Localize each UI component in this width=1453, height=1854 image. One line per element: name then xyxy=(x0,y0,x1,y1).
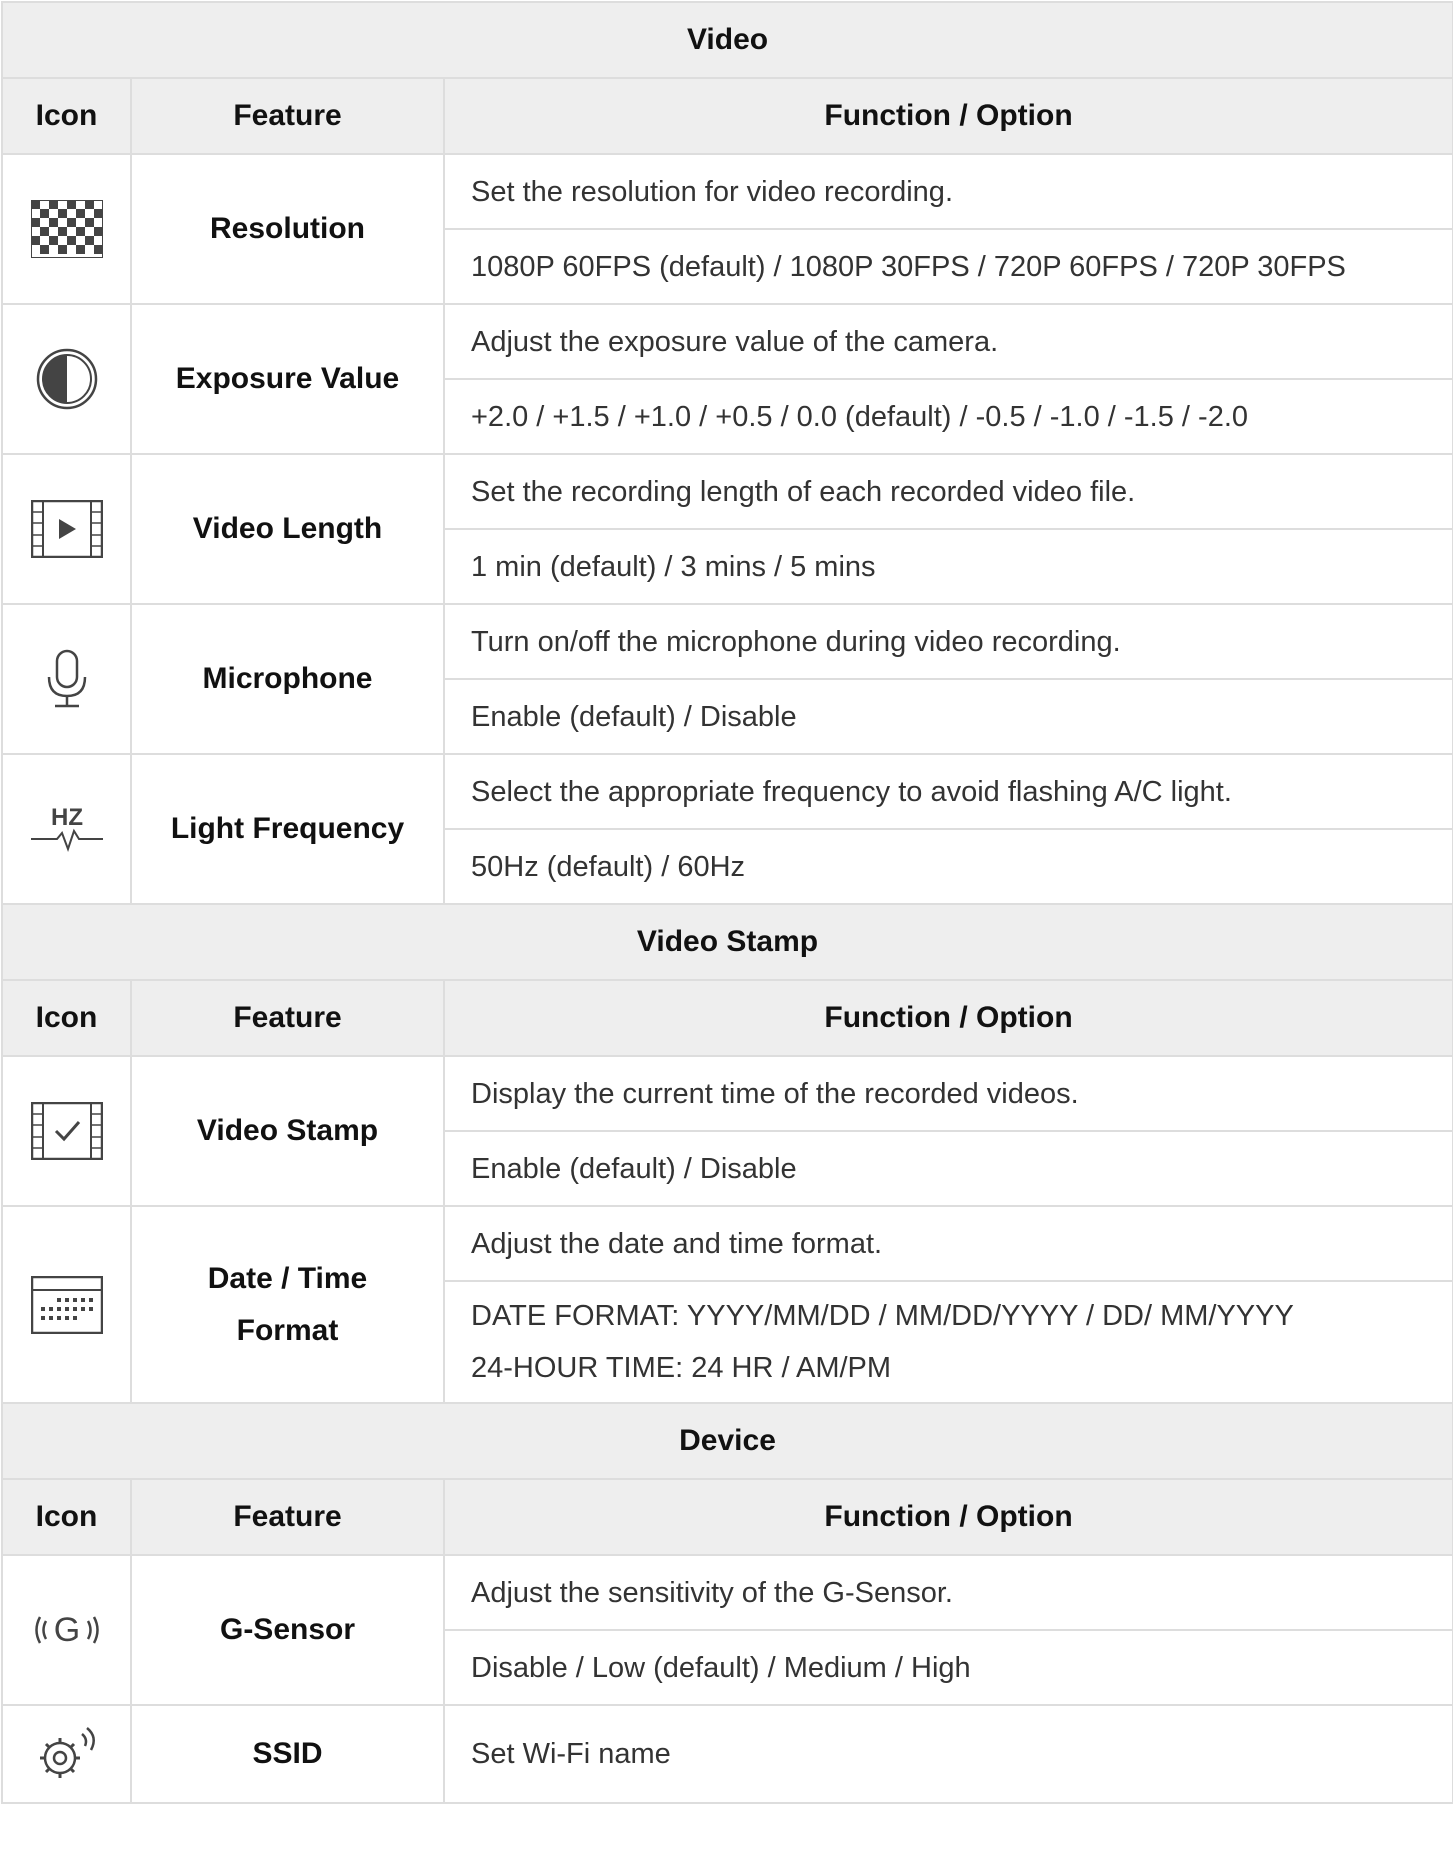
g-icon-text: G xyxy=(53,1611,79,1649)
feature-options: Disable / Low (default) / Medium / High xyxy=(442,1629,1453,1706)
icon-cell xyxy=(1,1205,132,1404)
icon-cell xyxy=(1,1055,132,1207)
options-line: 24-HOUR TIME: 24 HR / AM/PM xyxy=(471,1352,892,1384)
section-header-device: Device xyxy=(0,1402,1453,1480)
feature-options: 1080P 60FPS (default) / 1080P 30FPS / 72… xyxy=(442,228,1453,305)
feature-options: Enable (default) / Disable xyxy=(442,1130,1453,1207)
video-check-icon xyxy=(30,1102,103,1160)
table-row: Video Length Set the recording length of… xyxy=(1,453,1453,605)
feature-name: Resolution xyxy=(130,153,445,305)
feature-description: Set Wi-Fi name xyxy=(442,1704,1453,1804)
feature-name: Microphone xyxy=(130,603,445,755)
header-feature: Feature xyxy=(130,1478,445,1556)
header-function: Function / Option xyxy=(442,77,1453,155)
feature-description: Select the appropriate frequency to avoi… xyxy=(442,753,1453,830)
column-header-row: Icon Feature Function / Option xyxy=(1,979,1453,1057)
feature-name: Exposure Value xyxy=(130,303,445,455)
feature-name: Video Stamp xyxy=(130,1055,445,1207)
video-play-icon xyxy=(30,500,103,558)
column-header-row: Icon Feature Function / Option xyxy=(1,1478,1453,1556)
microphone-icon xyxy=(42,649,92,709)
feature-options: Enable (default) / Disable xyxy=(442,678,1453,755)
table-row: Date / Time Format Adjust the date and t… xyxy=(1,1205,1453,1404)
section-title: Device xyxy=(0,1402,1453,1480)
header-icon: Icon xyxy=(1,77,132,155)
table-row: Microphone Turn on/off the microphone du… xyxy=(1,603,1453,755)
icon-cell: HZ xyxy=(1,753,132,905)
calendar-icon xyxy=(30,1275,103,1334)
wifi-gear-icon xyxy=(32,1726,102,1782)
header-function: Function / Option xyxy=(442,1478,1453,1556)
feature-name-line: Format xyxy=(236,1313,339,1347)
feature-name-line: Date / Time xyxy=(207,1261,368,1295)
header-function: Function / Option xyxy=(442,979,1453,1057)
feature-description: Adjust the sensitivity of the G-Sensor. xyxy=(442,1554,1453,1631)
column-header-row: Icon Feature Function / Option xyxy=(1,77,1453,155)
feature-options: DATE FORMAT: YYYY/MM/DD / MM/DD/YYYY / D… xyxy=(442,1280,1453,1404)
hz-icon-text: HZ xyxy=(51,804,83,831)
icon-cell xyxy=(1,453,132,605)
feature-description: Adjust the date and time format. xyxy=(442,1205,1453,1282)
feature-name: SSID xyxy=(130,1704,445,1804)
icon-cell xyxy=(1,153,132,305)
feature-options: 50Hz (default) / 60Hz xyxy=(442,828,1453,905)
feature-description: Adjust the exposure value of the camera. xyxy=(442,303,1453,380)
feature-description: Set the resolution for video recording. xyxy=(442,153,1453,230)
section-header-video: Video xyxy=(0,1,1453,79)
icon-cell xyxy=(1,303,132,455)
feature-description: Turn on/off the microphone during video … xyxy=(442,603,1453,680)
section-title: Video xyxy=(0,1,1453,79)
icon-cell: G xyxy=(1,1554,132,1706)
exposure-icon xyxy=(35,347,99,411)
table-row: Resolution Set the resolution for video … xyxy=(1,153,1453,305)
options-line: DATE FORMAT: YYYY/MM/DD / MM/DD/YYYY / D… xyxy=(471,1300,1294,1332)
settings-table: Video Icon Feature Function / Option Res… xyxy=(0,1,1453,1804)
table-row: SSID Set Wi-Fi name xyxy=(1,1704,1453,1804)
feature-options: +2.0 / +1.5 / +1.0 / +0.5 / 0.0 (default… xyxy=(442,378,1453,455)
feature-name: G-Sensor xyxy=(130,1554,445,1706)
feature-description: Display the current time of the recorded… xyxy=(442,1055,1453,1132)
header-icon: Icon xyxy=(1,979,132,1057)
header-feature: Feature xyxy=(130,77,445,155)
header-icon: Icon xyxy=(1,1478,132,1556)
icon-cell xyxy=(1,1704,132,1804)
feature-name: Date / Time Format xyxy=(130,1205,445,1404)
section-title: Video Stamp xyxy=(0,903,1453,981)
feature-name: Video Length xyxy=(130,453,445,605)
section-header-video-stamp: Video Stamp xyxy=(0,903,1453,981)
checkerboard-icon xyxy=(30,200,103,258)
icon-cell xyxy=(1,603,132,755)
table-row: Exposure Value Adjust the exposure value… xyxy=(1,303,1453,455)
table-row: Video Stamp Display the current time of … xyxy=(1,1055,1453,1207)
g-sensor-icon: G xyxy=(31,1605,103,1655)
table-row: G G-Sensor Adjust the sensitivity of the… xyxy=(1,1554,1453,1706)
header-feature: Feature xyxy=(130,979,445,1057)
feature-name: Light Frequency xyxy=(130,753,445,905)
table-row: HZ Light Frequency Select the appropriat… xyxy=(1,753,1453,905)
feature-options: 1 min (default) / 3 mins / 5 mins xyxy=(442,528,1453,605)
feature-description: Set the recording length of each recorde… xyxy=(442,453,1453,530)
hz-icon: HZ xyxy=(29,803,105,855)
